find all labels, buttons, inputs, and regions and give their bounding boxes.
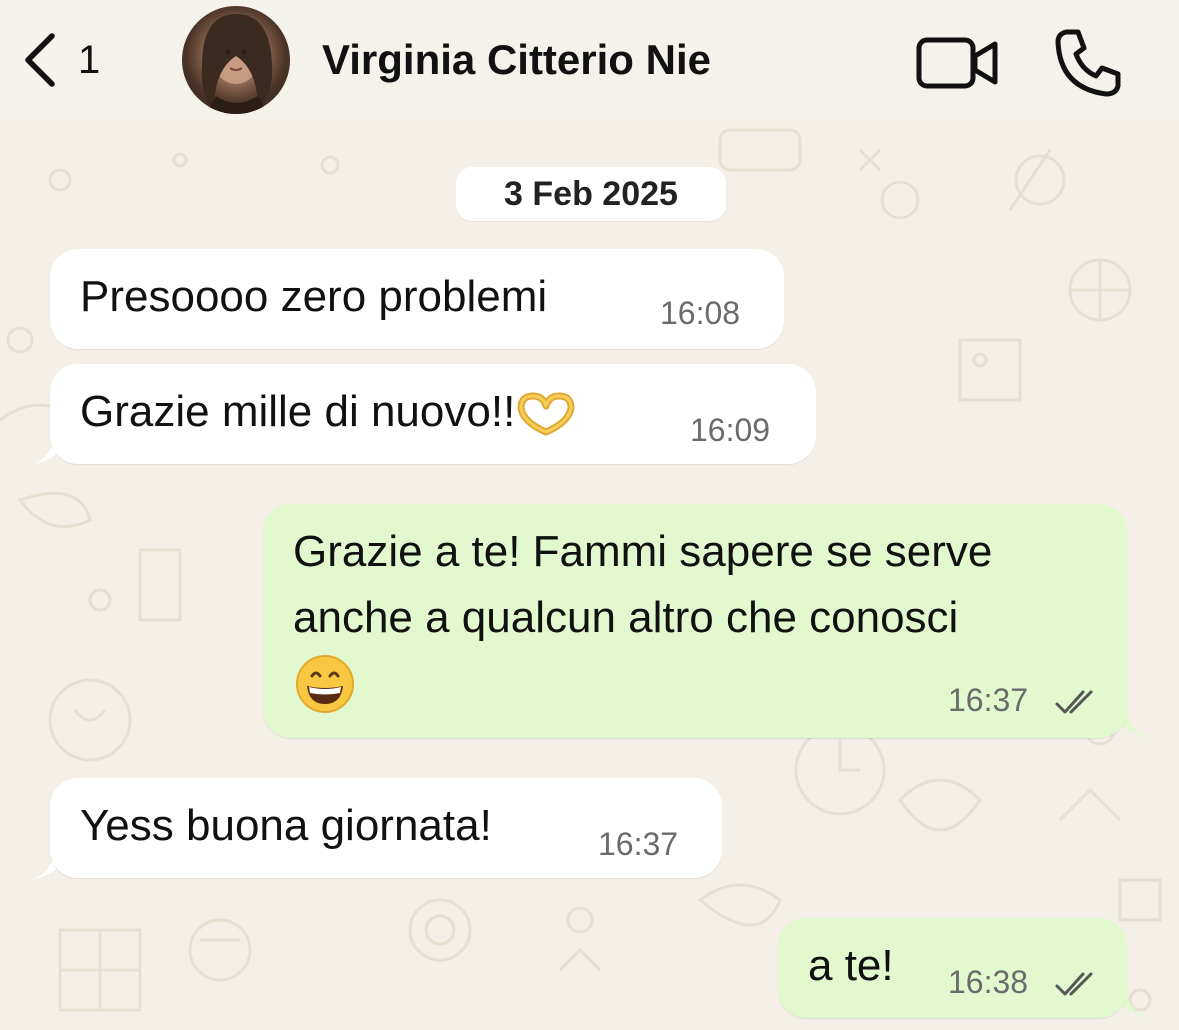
voice-call-button[interactable]	[1052, 26, 1124, 98]
message-time: 16:37	[598, 826, 679, 862]
heart-hands-emoji	[517, 392, 575, 436]
phone-icon	[1055, 29, 1121, 97]
message-line: Grazie a te! Fammi sapere se serve	[293, 527, 993, 576]
message-bubble-outgoing[interactable]: a te! 16:38	[778, 918, 1127, 1018]
message-bubble-incoming[interactable]: Yess buona giornata! 16:37	[50, 778, 722, 878]
chat-header: 1 Virginia Citterio Nie	[0, 0, 1179, 120]
message-time: 16:37	[948, 682, 1029, 718]
date-divider: 3 Feb 2025	[456, 167, 726, 221]
message-time: 16:09	[690, 412, 771, 448]
message-text: Grazie mille di nuovo!!	[80, 380, 577, 444]
message-time: 16:08	[660, 295, 741, 331]
video-call-button[interactable]	[915, 36, 999, 90]
double-check-icon	[1055, 972, 1093, 996]
message-text: a te!	[808, 941, 894, 990]
message-text: Presoooo zero problemi	[80, 272, 548, 321]
message-text-content: Grazie mille di nuovo!!	[80, 387, 516, 436]
grinning-face-emoji	[296, 655, 354, 713]
chevron-left-icon	[25, 33, 55, 87]
contact-name[interactable]: Virginia Citterio Nie	[322, 36, 711, 84]
message-bubble-outgoing[interactable]: Grazie a te! Fammi sapere se serve anche…	[263, 504, 1127, 738]
message-line: anche a qualcun altro che conosci	[293, 593, 959, 642]
unread-count: 1	[78, 37, 101, 82]
video-camera-icon	[916, 37, 998, 89]
double-check-icon	[1055, 690, 1093, 714]
message-bubble-incoming[interactable]: Grazie mille di nuovo!! 16:09	[50, 364, 816, 464]
message-bubble-incoming[interactable]: Presoooo zero problemi 16:08	[50, 249, 784, 349]
back-button[interactable]: 1	[22, 28, 132, 92]
message-time: 16:38	[948, 964, 1029, 1000]
message-text: Yess buona giornata!	[80, 801, 492, 850]
avatar[interactable]	[182, 6, 290, 114]
avatar-photo	[201, 14, 273, 114]
